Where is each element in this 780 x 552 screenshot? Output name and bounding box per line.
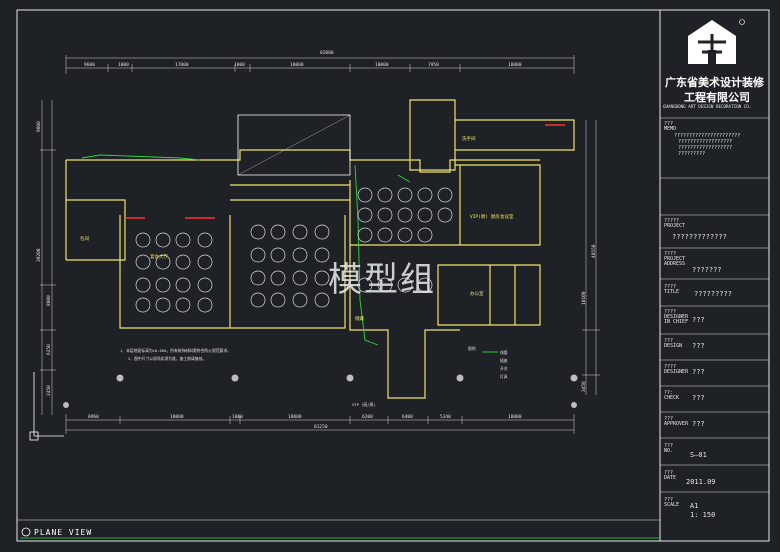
project-label: ????? PROJECT bbox=[664, 218, 686, 229]
check-value: ??? bbox=[692, 394, 705, 402]
banquet-tables-middle bbox=[250, 224, 330, 308]
legend-item-0: 线管 bbox=[500, 350, 508, 355]
note-line-2: 2、图中尺寸以现场实测为准，施工前请复核。 bbox=[128, 356, 206, 361]
dim-bottom-1: 18000 bbox=[170, 414, 184, 420]
dim-bottom-4: 6200 bbox=[362, 414, 373, 420]
address-label: ???? PROJECT ADDRESS bbox=[664, 251, 686, 267]
scale-value-2: 1: 150 bbox=[690, 511, 716, 519]
dim-bottom-0: 8960 bbox=[88, 414, 99, 420]
room-label-office: 办公室 bbox=[470, 290, 484, 297]
dim-left-2: 8800 bbox=[46, 295, 52, 306]
project-value: ????????????? bbox=[672, 233, 727, 241]
dim-top-3: 1000 bbox=[234, 62, 245, 68]
dim-bottom-6: 5340 bbox=[440, 414, 451, 420]
view-title: PLANE VIEW bbox=[34, 528, 93, 537]
dim-top-total: 82080 bbox=[320, 50, 334, 56]
room-label-toilet: 洗手间 bbox=[462, 135, 476, 142]
dim-top-0: 9600 bbox=[84, 62, 95, 68]
approver-value: ??? bbox=[692, 420, 705, 428]
dim-bottom-3: 18000 bbox=[288, 414, 302, 420]
company-name-line1: 广东省美术设计装修 bbox=[665, 76, 764, 89]
date-value: 2011.09 bbox=[686, 478, 716, 486]
dim-top-1: 1000 bbox=[118, 62, 129, 68]
dim-right-0: 48550 bbox=[591, 244, 597, 258]
title-value: ????????? bbox=[694, 290, 732, 298]
building-walls bbox=[65, 99, 575, 399]
scale-label: ??? SCALE bbox=[664, 497, 680, 508]
chief-value: ??? bbox=[692, 316, 705, 324]
dim-bottom-7: 18000 bbox=[508, 414, 522, 420]
dim-top-2: 17000 bbox=[175, 62, 189, 68]
legend-title: 图例 bbox=[468, 346, 476, 351]
title-label: ???? TITLE bbox=[664, 284, 680, 295]
company-logo-icon bbox=[688, 19, 745, 64]
dim-left-3: 6250 bbox=[46, 344, 52, 355]
company-name-en: GUANGDONG ART DESIGN DECORATION CO. bbox=[663, 104, 752, 109]
axis-marker-icon bbox=[29, 372, 64, 441]
drawing-no-value: S—01 bbox=[690, 451, 707, 459]
dim-top-7: 18000 bbox=[508, 62, 522, 68]
memo-label: ??? MEMO bbox=[664, 121, 677, 132]
drawing-no-label: ??? NO. bbox=[664, 443, 674, 454]
banquet-tables-left bbox=[135, 232, 213, 313]
note-line-1: 1、本层地面标高为±0.000，所有装饰材料需符合防火规范要求。 bbox=[120, 348, 231, 353]
designer-label: ???? DESIGNER bbox=[664, 364, 689, 375]
room-label-meeting: 会议室 bbox=[500, 213, 514, 220]
legend-item-2: 开关 bbox=[500, 366, 508, 371]
designer-value: ??? bbox=[692, 368, 705, 376]
legend-item-3: 灯具 bbox=[500, 374, 508, 379]
design-label: ??? DESIGN bbox=[664, 338, 683, 349]
company-name-line2: 工程有限公司 bbox=[684, 91, 750, 104]
dim-bottom-5: 6400 bbox=[402, 414, 413, 420]
scale-value-1: A1 bbox=[690, 502, 699, 510]
design-value: ??? bbox=[692, 342, 705, 350]
room-label-vip-kitchen: VIP(厨) 厨房 bbox=[470, 213, 500, 220]
check-label: ??: CHECK bbox=[664, 390, 680, 401]
drawing-sheet: 82080 9600 1000 17000 1000 18000 10000 7… bbox=[0, 0, 780, 552]
dim-left-4: 2450 bbox=[46, 385, 52, 396]
room-label-storage: 储藏 bbox=[355, 315, 364, 322]
memo-line-3: ????????? bbox=[678, 151, 706, 157]
dim-bottom-2: 1000 bbox=[232, 414, 243, 420]
watermark-text: 模型组 bbox=[328, 260, 436, 300]
vip-label: VIP (厨/厕) bbox=[352, 402, 376, 407]
dim-left-0: 9800 bbox=[36, 121, 42, 132]
dim-right-1: 10100 bbox=[581, 291, 587, 305]
room-label-hall: 宴会大厅 bbox=[150, 253, 168, 260]
approver-label: ??? APPROVER bbox=[664, 416, 689, 427]
dim-top-4: 18000 bbox=[290, 62, 304, 68]
dim-bottom-total: 81250 bbox=[314, 424, 328, 430]
room-label-private: 包间 bbox=[80, 235, 89, 242]
dim-left-1: 39200 bbox=[36, 248, 42, 262]
dim-right-2: 3450 bbox=[581, 381, 587, 392]
address-value: ??????? bbox=[692, 266, 722, 274]
chief-label: ???? DESIGNER IN CHIEF bbox=[664, 309, 689, 325]
legend-item-1: 插座 bbox=[500, 358, 508, 363]
dim-top-6: 7950 bbox=[428, 62, 439, 68]
date-label: ??? DATE bbox=[664, 470, 677, 481]
dim-top-5: 10000 bbox=[375, 62, 389, 68]
structural-columns bbox=[63, 374, 578, 408]
